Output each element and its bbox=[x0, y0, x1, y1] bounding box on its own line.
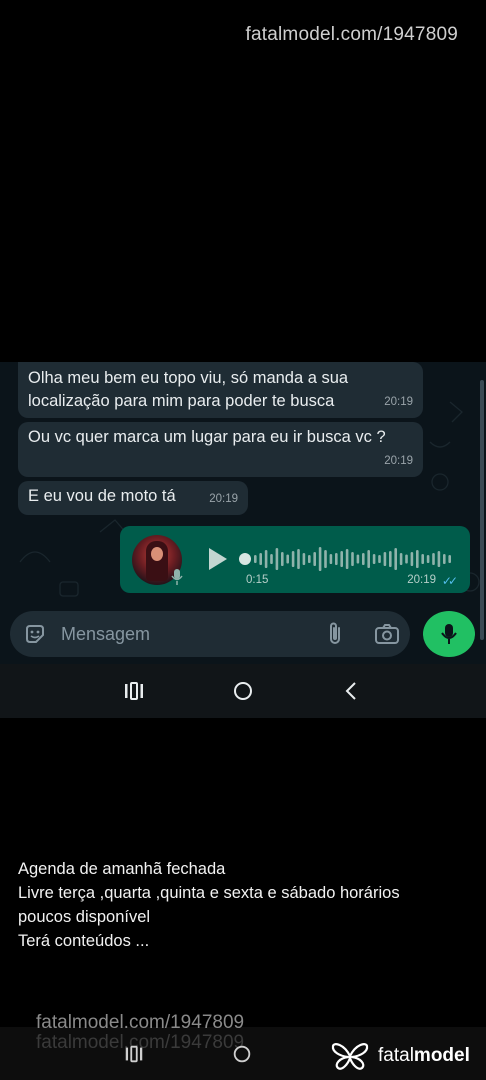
camera-icon[interactable] bbox=[374, 623, 400, 645]
waveform-bar bbox=[297, 549, 300, 569]
waveform-bar bbox=[329, 554, 333, 564]
waveform-bar bbox=[410, 552, 414, 566]
waveform-bar bbox=[313, 552, 316, 566]
message-text: Ou vc quer marca um lugar para eu ir bus… bbox=[28, 428, 386, 446]
incoming-message: E eu vou de moto tá 20:19 bbox=[18, 481, 248, 515]
waveform-bar bbox=[254, 555, 257, 563]
incoming-message: Olha meu bem eu topo viu, só manda a sua… bbox=[18, 362, 423, 418]
android-nav-bar bbox=[0, 664, 486, 718]
waveform-bar bbox=[432, 553, 435, 565]
caption-line: Agenda de amanhã fechada bbox=[18, 860, 226, 878]
waveform-bar bbox=[416, 550, 419, 568]
waveform-bar bbox=[324, 550, 327, 568]
waveform-bar bbox=[443, 554, 446, 564]
watermark-top: fatalmodel.com/1947809 bbox=[245, 24, 458, 45]
waveform-bar bbox=[378, 555, 381, 563]
waveform-bar bbox=[264, 550, 268, 568]
caption-text: Agenda de amanhã fechada Livre terça ,qu… bbox=[18, 857, 468, 953]
record-voice-button[interactable] bbox=[423, 611, 475, 657]
microphone-icon bbox=[441, 624, 457, 644]
fatalmodel-logo: fatalmodel bbox=[330, 1040, 480, 1072]
caption-line: Livre terça ,quarta ,quinta e sexta e sá… bbox=[18, 884, 400, 902]
waveform-bar bbox=[356, 554, 360, 564]
back-icon[interactable] bbox=[340, 679, 364, 703]
chat-scrollbar[interactable] bbox=[480, 380, 484, 640]
incoming-message: Ou vc quer marca um lugar para eu ir bus… bbox=[18, 422, 423, 477]
waveform-bar bbox=[340, 551, 343, 567]
voice-message[interactable]: 0:15 20:19 ✓✓ bbox=[120, 526, 470, 593]
waveform-bar bbox=[259, 553, 262, 565]
waveform-bar bbox=[399, 553, 403, 565]
message-text: Olha meu bem eu topo viu, só manda a sua… bbox=[28, 369, 349, 410]
audio-waveform[interactable] bbox=[238, 544, 454, 574]
waveform-bar bbox=[426, 555, 430, 563]
message-time: 20:19 bbox=[384, 455, 413, 467]
caption-line: poucos disponível bbox=[18, 908, 151, 926]
voice-duration: 0:15 bbox=[246, 574, 269, 586]
butterfly-logo-icon bbox=[331, 1043, 369, 1070]
recent-apps-icon[interactable] bbox=[122, 679, 146, 703]
message-time: 20:19 bbox=[209, 493, 238, 505]
waveform-bar bbox=[302, 553, 306, 565]
recent-apps-icon[interactable] bbox=[123, 1043, 145, 1065]
waveform-bar bbox=[318, 547, 322, 571]
attach-icon[interactable] bbox=[324, 622, 346, 646]
waveform-bar bbox=[335, 553, 338, 565]
watermark-bottom: fatalmodel.com/1947809 bbox=[36, 1012, 245, 1033]
message-text: E eu vou de moto tá bbox=[28, 487, 176, 505]
message-input-bar[interactable]: Mensagem bbox=[10, 611, 410, 657]
double-check-icon: ✓✓ bbox=[441, 574, 458, 588]
waveform-bar bbox=[351, 552, 354, 566]
message-time: 20:19 bbox=[384, 396, 413, 408]
waveform-bar bbox=[362, 553, 365, 565]
waveform-bar bbox=[367, 550, 370, 568]
voice-time: 20:19 bbox=[407, 574, 436, 586]
waveform-bar bbox=[372, 554, 376, 564]
chat-screenshot: Olha meu bem eu topo viu, só manda a sua… bbox=[0, 362, 486, 664]
waveform-bar bbox=[383, 552, 387, 566]
waveform-bar bbox=[275, 548, 279, 570]
message-input[interactable]: Mensagem bbox=[61, 624, 150, 645]
home-icon[interactable] bbox=[231, 1043, 253, 1065]
waveform-bar bbox=[389, 551, 392, 567]
brand-name: fatalmodel bbox=[378, 1045, 470, 1066]
waveform-bar bbox=[291, 551, 295, 567]
sticker-icon[interactable] bbox=[24, 623, 46, 645]
waveform-bar bbox=[308, 555, 311, 563]
waveform-bar bbox=[270, 554, 273, 564]
caption-line: Terá conteúdos ... bbox=[18, 932, 150, 950]
waveform-bar bbox=[421, 554, 424, 564]
waveform-bar bbox=[405, 554, 408, 564]
home-icon[interactable] bbox=[231, 679, 255, 703]
waveform-bar bbox=[394, 548, 397, 570]
waveform-bar bbox=[286, 554, 289, 564]
playhead-dot[interactable] bbox=[239, 553, 251, 565]
microphone-icon bbox=[171, 569, 183, 585]
play-icon[interactable] bbox=[204, 546, 230, 572]
avatar-face bbox=[151, 547, 163, 561]
waveform-bar bbox=[448, 555, 451, 563]
waveform-bar bbox=[281, 552, 284, 566]
waveform-bar bbox=[345, 549, 349, 569]
waveform-bar bbox=[437, 551, 441, 567]
